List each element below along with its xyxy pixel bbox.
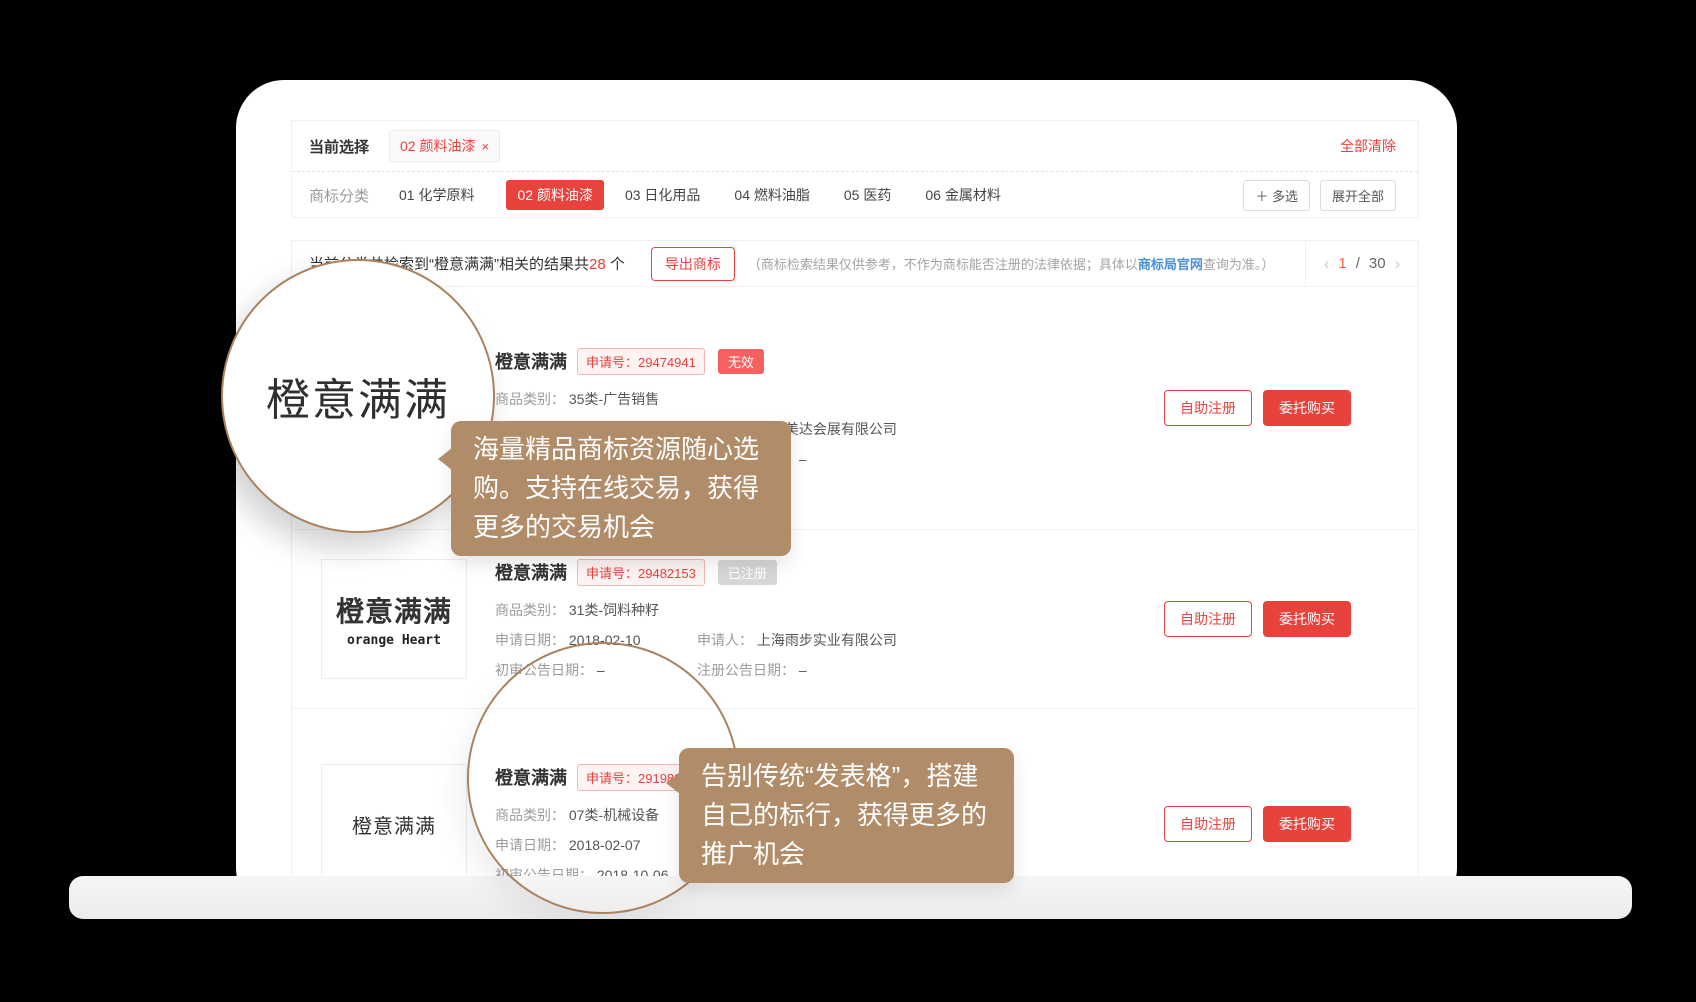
pagination-total: 30: [1369, 255, 1386, 272]
category-item-02-selected[interactable]: 02 颜料油漆: [506, 180, 603, 210]
trademark-image: 橙意满满: [321, 764, 467, 884]
category-item-06[interactable]: 06 金属材料: [923, 180, 1002, 210]
pagination-current: 1: [1338, 255, 1346, 272]
callout-tooltip-marketplace: 海量精品商标资源随心选 购。支持在线交易，获得 更多的交易机会: [451, 421, 791, 556]
callout-tooltip-promotion: 告别传统“发表格”，搭建 自己的标行，获得更多的 推广机会: [679, 748, 1014, 883]
filter-panel: 当前选择 02 颜料油漆 × 全部清除 商标分类 01 化学原料 02 颜料油漆…: [291, 120, 1419, 218]
results-header: 当前分类共检索到“橙意满满”相关的结果共28 个 导出商标 （商标检索结果仅供参…: [292, 241, 1418, 287]
entrust-purchase-button[interactable]: 委托购买: [1263, 806, 1351, 842]
application-number-badge: 申请号：29474941: [577, 348, 705, 375]
category-row-label: 商标分类: [309, 185, 369, 206]
tooltip-arrow: [666, 772, 680, 794]
self-register-button[interactable]: 自助注册: [1164, 390, 1252, 426]
application-number-badge: 申请号：29482153: [577, 559, 705, 586]
self-register-button[interactable]: 自助注册: [1164, 806, 1252, 842]
trademark-name: 橙意满满: [495, 348, 567, 374]
close-icon[interactable]: ×: [481, 139, 489, 154]
selected-filter-tag-text: 02 颜料油漆: [400, 136, 475, 156]
current-selection-row: 当前选择 02 颜料油漆 × 全部清除: [292, 121, 1418, 172]
status-badge: 无效: [718, 349, 764, 374]
trademark-name: 橙意满满: [495, 559, 567, 585]
current-selection-label: 当前选择: [309, 136, 369, 157]
category-item-01[interactable]: 01 化学原料: [397, 180, 476, 210]
entrust-purchase-button[interactable]: 委托购买: [1263, 390, 1351, 426]
pagination-separator: /: [1356, 255, 1360, 272]
tooltip-arrow: [438, 448, 452, 470]
results-disclaimer: （商标检索结果仅供参考，不作为商标能否注册的法律依据；具体以商标局官网查询为准。…: [748, 254, 1275, 273]
category-item-03[interactable]: 03 日化用品: [623, 180, 702, 210]
table-row: 橙意满满 orange Heart 橙意满满 申请号：29482153 已注册 …: [292, 530, 1418, 709]
trademark-image: 橙意满满 orange Heart: [321, 559, 467, 679]
category-row: 商标分类 01 化学原料 02 颜料油漆 03 日化用品 04 燃料油脂 05 …: [292, 172, 1418, 218]
multi-select-button[interactable]: ＋ 多选: [1243, 180, 1310, 211]
chevron-left-icon[interactable]: ‹: [1324, 254, 1330, 274]
category-item-04[interactable]: 04 燃料油脂: [732, 180, 811, 210]
magnified-trademark-text: 橙意满满: [266, 364, 450, 428]
status-badge: 已注册: [718, 560, 777, 585]
self-register-button[interactable]: 自助注册: [1164, 601, 1252, 637]
results-count: 28: [589, 256, 606, 273]
pagination: ‹ 1 / 30 ›: [1305, 241, 1418, 286]
export-trademarks-button[interactable]: 导出商标: [651, 247, 735, 281]
category-item-05[interactable]: 05 医药: [842, 180, 893, 210]
entrust-purchase-button[interactable]: 委托购买: [1263, 601, 1351, 637]
chevron-right-icon[interactable]: ›: [1395, 254, 1401, 274]
trademark-office-link[interactable]: 商标局官网: [1138, 257, 1203, 272]
selected-filter-tag[interactable]: 02 颜料油漆 ×: [389, 130, 500, 162]
clear-all-button[interactable]: 全部清除: [1340, 136, 1396, 156]
expand-all-button[interactable]: 展开全部: [1320, 180, 1396, 211]
